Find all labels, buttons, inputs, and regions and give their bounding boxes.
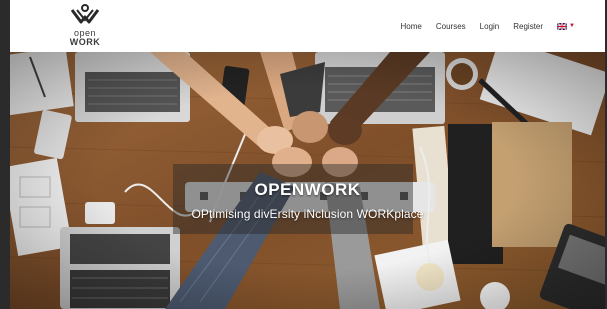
nav-home-link[interactable]: Home	[401, 22, 422, 31]
browser-viewport: open WORK Home Courses Login Register ▼	[10, 0, 605, 309]
logo-mark-icon	[70, 4, 100, 24]
language-selector[interactable]: ▼	[557, 22, 575, 30]
hero-subtitle: OPtimising divErsity iNclusion WORKplace	[191, 207, 424, 221]
nav-courses-link[interactable]: Courses	[436, 22, 466, 31]
nav-register-link[interactable]: Register	[513, 22, 543, 31]
openwork-logo[interactable]: open WORK	[60, 4, 110, 50]
hero-title: OPENWORK	[254, 180, 361, 199]
main-menu: Home Courses Login Register ▼	[401, 18, 575, 34]
chevron-down-icon: ▼	[569, 22, 575, 29]
site-navbar: open WORK Home Courses Login Register ▼	[10, 0, 605, 53]
logo-word-work: WORK	[69, 37, 101, 47]
nav-login-link[interactable]: Login	[480, 22, 500, 31]
uk-flag-icon	[557, 22, 568, 30]
